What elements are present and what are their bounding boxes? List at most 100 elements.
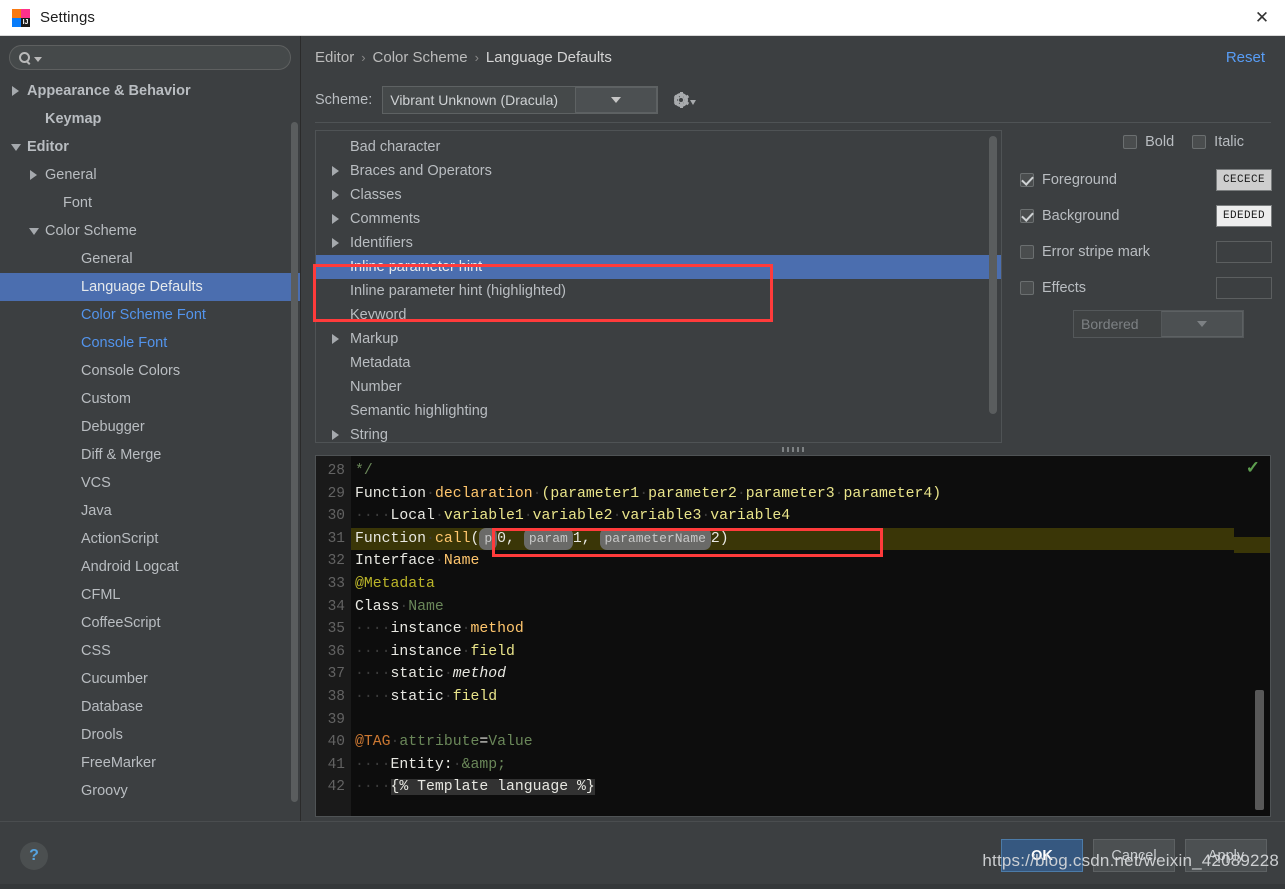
scheme-list-item[interactable]: Metadata xyxy=(316,351,1001,375)
code-line: @TAG·attribute=Value xyxy=(351,731,1234,754)
sidebar-item-vcs[interactable]: VCS xyxy=(0,469,300,497)
scheme-list-item[interactable]: Bad character xyxy=(316,135,1001,159)
scheme-list-item[interactable]: Semantic highlighting xyxy=(316,399,1001,423)
line-number: 35 xyxy=(327,621,345,638)
scheme-list-item[interactable]: Classes xyxy=(316,183,1001,207)
scheme-list-item[interactable]: Identifiers xyxy=(316,231,1001,255)
breadcrumb: Editor › Color Scheme › Language Default… xyxy=(301,36,1285,78)
sidebar-item-keymap[interactable]: Keymap xyxy=(0,105,300,133)
scheme-list-item[interactable]: Inline parameter hint (highlighted) xyxy=(316,279,1001,303)
breadcrumb-sep-1: › xyxy=(474,49,479,65)
effect-type-combobox[interactable]: Bordered xyxy=(1073,310,1244,338)
checkbox-box xyxy=(1020,209,1034,223)
code-token: 2) xyxy=(710,530,729,547)
chevron-right-icon[interactable] xyxy=(324,238,350,248)
color-swatch[interactable] xyxy=(1216,277,1272,299)
scheme-list-item[interactable]: String xyxy=(316,423,1001,442)
sidebar-item-coffeescript[interactable]: CoffeeScript xyxy=(0,609,300,637)
ok-button[interactable]: OK xyxy=(1001,839,1083,872)
sidebar-item-android-logcat[interactable]: Android Logcat xyxy=(0,553,300,581)
sidebar-item-language-defaults[interactable]: Language Defaults xyxy=(0,273,300,301)
sidebar-item-editor[interactable]: Editor xyxy=(0,133,300,161)
sidebar-item-console-colors[interactable]: Console Colors xyxy=(0,357,300,385)
scheme-list-item[interactable]: Braces and Operators xyxy=(316,159,1001,183)
sidebar-item-diff-merge[interactable]: Diff & Merge xyxy=(0,441,300,469)
attribute-checkbox[interactable]: Error stripe mark xyxy=(1020,244,1216,260)
bold-checkbox[interactable]: Bold xyxy=(1123,134,1174,150)
color-swatch[interactable]: CECECE xyxy=(1216,169,1272,191)
sidebar-item-groovy[interactable]: Groovy xyxy=(0,777,300,805)
sidebar-item-color-scheme[interactable]: Color Scheme xyxy=(0,217,300,245)
scheme-list-item[interactable]: Comments xyxy=(316,207,1001,231)
sidebar-item-console-font[interactable]: Console Font xyxy=(0,329,300,357)
chevron-down-icon[interactable] xyxy=(1161,311,1243,337)
chevron-down-icon[interactable] xyxy=(26,227,41,235)
chevron-right-icon[interactable] xyxy=(324,190,350,200)
close-icon[interactable]: ✕ xyxy=(1239,0,1285,35)
scheme-list-item-label: Classes xyxy=(350,187,402,203)
code-preview[interactable]: 28 29 30 31 32 33 34 35 36 37 38 39 40 41 42 */ Functio… xyxy=(315,455,1271,817)
chevron-right-icon[interactable] xyxy=(8,86,23,96)
scheme-settings-button[interactable] xyxy=(673,92,697,108)
inline-parameter-hint: p xyxy=(479,527,498,551)
color-swatch[interactable] xyxy=(1216,241,1272,263)
attribute-checkbox[interactable]: Background xyxy=(1020,208,1216,224)
sidebar-item-css[interactable]: CSS xyxy=(0,637,300,665)
scheme-list-item[interactable]: Keyword xyxy=(316,303,1001,327)
italic-checkbox[interactable]: Italic xyxy=(1192,134,1244,150)
chevron-right-icon[interactable] xyxy=(26,170,41,180)
color-swatch[interactable]: EDEDED xyxy=(1216,205,1272,227)
breadcrumb-item-1[interactable]: Color Scheme xyxy=(373,49,468,66)
sidebar-item-database[interactable]: Database xyxy=(0,693,300,721)
attribute-row: Background EDEDED xyxy=(1020,198,1272,234)
sidebar-item-appearance-behavior[interactable]: Appearance & Behavior xyxy=(0,77,300,105)
code-token: variable3 xyxy=(621,508,702,525)
scheme-combobox[interactable]: Vibrant Unknown (Dracula) xyxy=(382,86,659,114)
chevron-down-icon[interactable] xyxy=(8,143,23,151)
search-input[interactable] xyxy=(42,50,281,65)
scheme-list-item[interactable]: Markup xyxy=(316,327,1001,351)
help-button[interactable]: ? xyxy=(20,841,48,870)
reset-link[interactable]: Reset xyxy=(1226,49,1265,66)
attribute-label: Error stripe mark xyxy=(1042,244,1150,260)
breadcrumb-sep-0: › xyxy=(361,49,366,65)
scheme-list-scrollbar[interactable] xyxy=(989,136,997,414)
apply-button[interactable]: Apply xyxy=(1185,839,1267,872)
attribute-checkbox[interactable]: Effects xyxy=(1020,280,1216,296)
chevron-right-icon[interactable] xyxy=(324,334,350,344)
inspection-ok-icon[interactable]: ✓ xyxy=(1246,459,1260,476)
sidebar-item-drools[interactable]: Drools xyxy=(0,721,300,749)
breadcrumb-item-0[interactable]: Editor xyxy=(315,49,354,66)
attribute-checkbox[interactable]: Foreground xyxy=(1020,172,1216,188)
sidebar-item-label: VCS xyxy=(81,475,111,491)
panel-splitter[interactable] xyxy=(301,443,1285,455)
color-scheme-list[interactable]: Bad character Braces and Operators Classes… xyxy=(315,130,1002,443)
sidebar-item-general[interactable]: General xyxy=(0,245,300,273)
sidebar-item-custom[interactable]: Custom xyxy=(0,385,300,413)
sidebar-item-freemarker[interactable]: FreeMarker xyxy=(0,749,300,777)
settings-tree[interactable]: Appearance & Behavior Keymap Editor General… xyxy=(0,77,300,821)
sidebar-item-actionscript[interactable]: ActionScript xyxy=(0,525,300,553)
sidebar-item-debugger[interactable]: Debugger xyxy=(0,413,300,441)
scheme-list-item[interactable]: Number xyxy=(316,375,1001,399)
editor-scrollbar-thumb[interactable] xyxy=(1255,690,1264,810)
editor-scrollbar-column[interactable]: ✓ xyxy=(1234,456,1270,816)
scheme-list-item[interactable]: Inline parameter hint xyxy=(316,255,1001,279)
cancel-button[interactable]: Cancel xyxy=(1093,839,1175,872)
sidebar-scrollbar[interactable] xyxy=(291,122,298,802)
chevron-down-icon[interactable] xyxy=(575,87,658,113)
chevron-right-icon[interactable] xyxy=(324,430,350,440)
sidebar-item-font[interactable]: Font xyxy=(0,189,300,217)
sidebar-item-cfml[interactable]: CFML xyxy=(0,581,300,609)
sidebar-item-color-scheme-font[interactable]: Color Scheme Font xyxy=(0,301,300,329)
sidebar-item-label: Groovy xyxy=(81,783,128,799)
sidebar-item-general[interactable]: General xyxy=(0,161,300,189)
sidebar-item-label: Appearance & Behavior xyxy=(27,83,191,99)
sidebar-item-cucumber[interactable]: Cucumber xyxy=(0,665,300,693)
sidebar-item-java[interactable]: Java xyxy=(0,497,300,525)
chevron-right-icon[interactable] xyxy=(324,166,350,176)
code-text[interactable]: */Function·declaration·(parameter1·param… xyxy=(351,456,1234,816)
search-box[interactable] xyxy=(9,45,291,70)
code-token: ( xyxy=(470,530,480,547)
chevron-right-icon[interactable] xyxy=(324,214,350,224)
